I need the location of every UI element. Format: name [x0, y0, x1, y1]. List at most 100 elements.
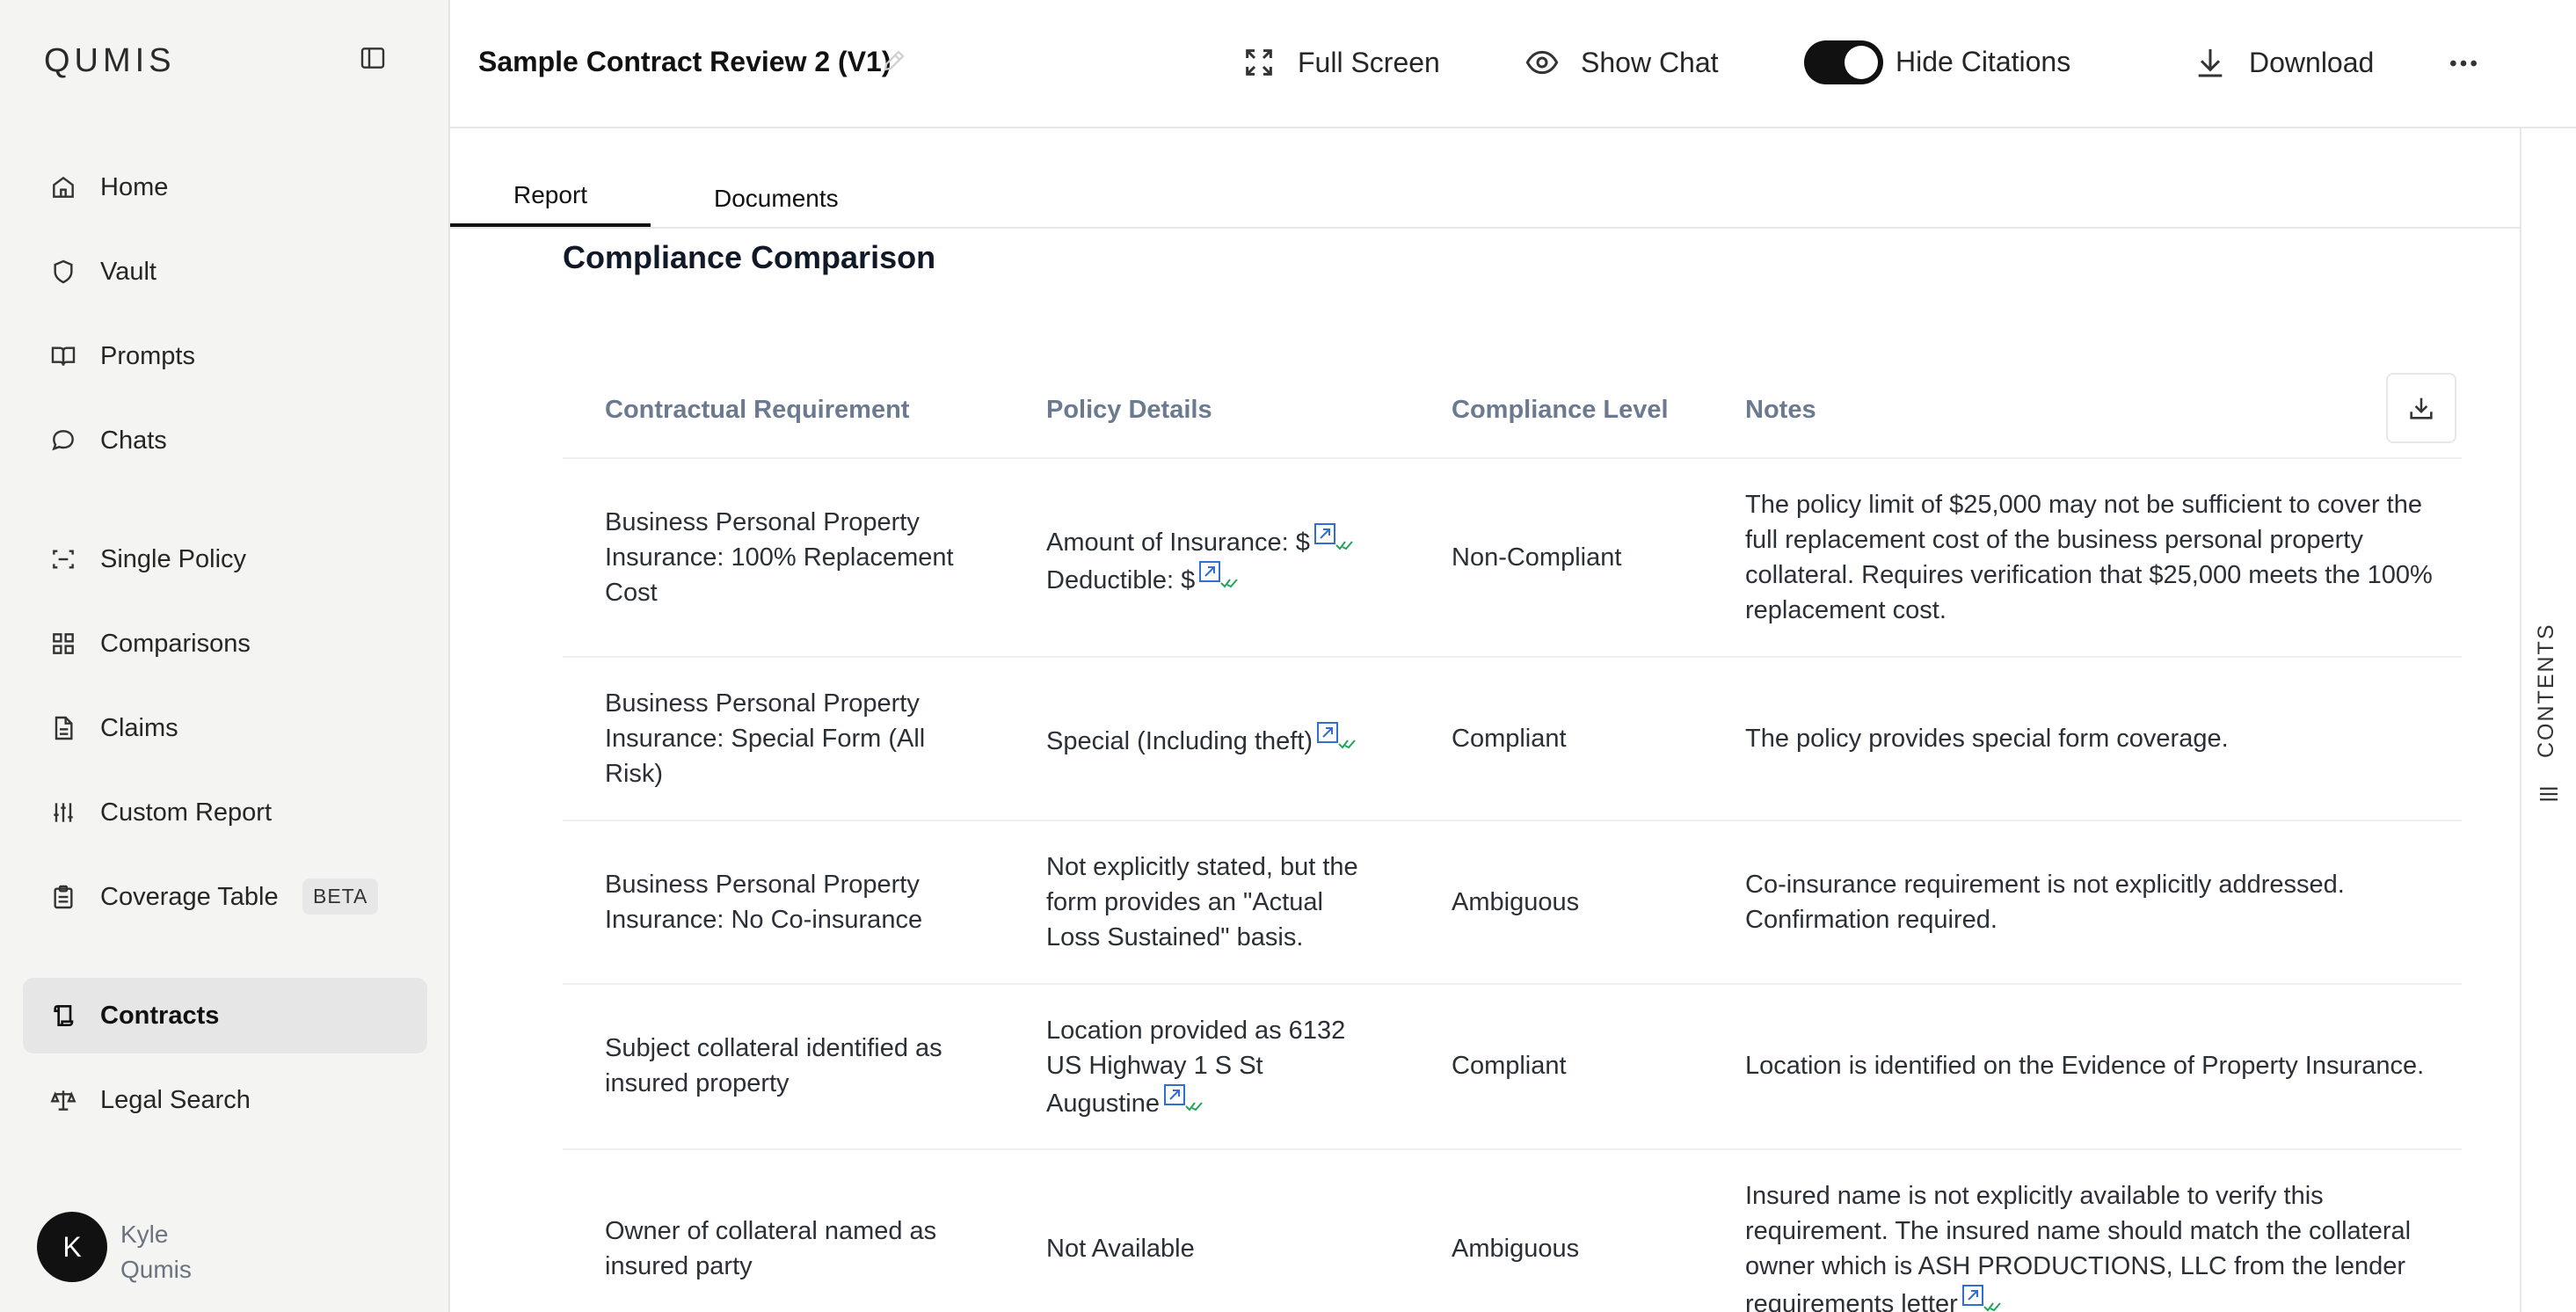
grid-icon — [53, 633, 74, 654]
sidebar-item-comparisons[interactable]: Comparisons — [23, 606, 427, 682]
full-screen-button[interactable]: Full Screen — [1241, 40, 1440, 84]
tab-documents[interactable]: Documents — [714, 185, 839, 213]
citation-icon[interactable] — [1316, 721, 1364, 751]
app-logo: QUMIS — [44, 42, 176, 79]
requirement-cell: Owner of collateral named as insured par… — [605, 1214, 936, 1284]
tab-report[interactable]: Report — [513, 181, 587, 209]
download-icon — [2410, 397, 2433, 419]
top-header: Sample Contract Review 2 (V1) Full Scree… — [450, 0, 2576, 128]
sidebar-item-legal-search[interactable]: Legal Search — [23, 1062, 427, 1138]
cell-line: Co-insurance requirement is not explicit… — [1745, 871, 2345, 899]
book-icon — [51, 346, 76, 366]
cell-line: Deductible: $ — [1046, 566, 1196, 594]
sidebar-item-label: Prompts — [100, 341, 195, 370]
notes-cell: The policy limit of $25,000 may not be s… — [1745, 487, 2433, 628]
column-header-compliance: Compliance Level — [1452, 396, 1669, 424]
sidebar-item-home[interactable]: Home — [23, 149, 427, 225]
sidebar-item-label: Claims — [100, 713, 178, 742]
row-divider — [563, 1148, 2462, 1150]
scroll-icon — [54, 1005, 74, 1026]
sidebar: QUMIS Home Vault Prompts Chats Single Po… — [0, 0, 450, 1312]
policy-cell: Not explicitly stated, but the form prov… — [1046, 849, 1358, 955]
cell-line: Location is identified on the Evidence o… — [1745, 1052, 2425, 1080]
menu-icon[interactable] — [2536, 781, 2562, 807]
cell-line: Insurance: Special Form (All — [605, 725, 926, 753]
report-tabs: Report Documents — [450, 128, 2520, 229]
active-tab-indicator — [450, 223, 651, 227]
compliance-cell: Non-Compliant — [1452, 543, 1622, 572]
home-icon — [53, 176, 74, 198]
hide-citations-toggle[interactable] — [1804, 40, 1883, 84]
sidebar-item-vault[interactable]: Vault — [23, 234, 427, 310]
notes-cell: Location is identified on the Evidence o… — [1745, 1048, 2424, 1083]
cell-line: insured party — [605, 1252, 753, 1280]
sidebar-item-single-policy[interactable]: Single Policy — [23, 521, 427, 597]
sidebar-item-custom-report[interactable]: Custom Report — [23, 775, 427, 850]
cell-line: form provides an "Actual — [1046, 888, 1323, 916]
sidebar-item-label: Chats — [100, 426, 167, 455]
contents-rail[interactable]: CONTENTS — [2520, 128, 2576, 1312]
cell-line: Business Personal Property — [605, 689, 920, 718]
sidebar-item-label: Legal Search — [100, 1085, 251, 1114]
requirement-cell: Business Personal Property Insurance: Sp… — [605, 686, 925, 791]
scan-icon — [53, 550, 74, 569]
sidebar-item-label: Contracts — [100, 1001, 220, 1030]
cell-line: Owner of collateral named as — [605, 1217, 937, 1245]
citation-icon[interactable] — [1961, 1284, 2009, 1312]
cell-line: Business Personal Property — [605, 871, 920, 899]
sidebar-toggle-icon[interactable] — [359, 44, 387, 72]
sidebar-item-claims[interactable]: Claims — [23, 690, 427, 766]
citation-icon[interactable] — [1313, 522, 1361, 552]
cell-line: Confirmation required. — [1745, 906, 1997, 934]
show-chat-button[interactable]: Show Chat — [1524, 40, 1719, 84]
user-name: Kyle Qumis — [120, 1217, 192, 1287]
compliance-cell: Ambiguous — [1452, 888, 1580, 916]
cell-line: collateral. Requires verification that $… — [1745, 561, 2433, 589]
cell-line: US Highway 1 S St — [1046, 1052, 1263, 1080]
sidebar-item-prompts[interactable]: Prompts — [23, 318, 427, 394]
cell-line: Not explicitly stated, but the — [1046, 853, 1358, 881]
expand-icon — [1246, 49, 1272, 76]
sidebar-item-label: Custom Report — [100, 798, 273, 827]
contents-label: CONTENTS — [2534, 623, 2558, 759]
cell-line: Cost — [605, 579, 658, 607]
citation-icon[interactable] — [1163, 1083, 1211, 1113]
cell-line: Not Available — [1046, 1235, 1195, 1263]
cell-line: Risk) — [605, 760, 664, 788]
user-last-name: Qumis — [120, 1256, 192, 1283]
sidebar-item-label: Comparisons — [100, 629, 251, 658]
citation-icon[interactable] — [1198, 560, 1246, 590]
cell-line: The policy provides special form coverag… — [1745, 725, 2229, 753]
export-table-button[interactable] — [2386, 373, 2456, 443]
sidebar-item-contracts[interactable]: Contracts — [23, 978, 427, 1053]
beta-badge: BETA — [302, 878, 379, 915]
sidebar-item-label: Home — [100, 172, 169, 201]
requirement-cell: Business Personal Property Insurance: 10… — [605, 505, 954, 610]
compliance-cell: Compliant — [1452, 725, 1567, 753]
cell-line: requirement. The insured name should mat… — [1745, 1217, 2412, 1245]
file-icon — [55, 716, 73, 740]
sidebar-item-chats[interactable]: Chats — [23, 403, 427, 478]
policy-cell: Location provided as 6132 US Highway 1 S… — [1046, 1013, 1345, 1121]
sidebar-item-label: Vault — [100, 257, 156, 286]
policy-cell: Amount of Insurance: $ Deductible: $ — [1046, 522, 1361, 598]
pencil-icon[interactable] — [881, 47, 907, 74]
cell-line: owner which is ASH PRODUCTIONS, LLC from… — [1745, 1252, 2406, 1280]
show-chat-label: Show Chat — [1581, 46, 1719, 78]
row-divider — [563, 820, 2462, 821]
cell-line: Subject collateral identified as — [605, 1034, 942, 1062]
sliders-icon — [54, 803, 73, 822]
cell-line: full replacement cost of the business pe… — [1745, 526, 2363, 554]
requirement-cell: Subject collateral identified as insured… — [605, 1031, 942, 1101]
notes-cell: Co-insurance requirement is not explicit… — [1745, 867, 2345, 937]
column-header-requirement: Contractual Requirement — [605, 396, 910, 424]
column-header-notes: Notes — [1745, 396, 1816, 424]
sidebar-item-coverage-table[interactable]: Coverage Table BETA — [23, 859, 427, 935]
column-header-policy: Policy Details — [1046, 396, 1212, 424]
cell-line: Insurance: No Co-insurance — [605, 906, 923, 934]
compliance-cell: Compliant — [1452, 1052, 1567, 1080]
download-button[interactable]: Download — [2193, 40, 2374, 84]
more-options-icon[interactable] — [2446, 46, 2481, 81]
cell-line: Business Personal Property — [605, 508, 920, 536]
cell-line: Amount of Insurance: $ — [1046, 528, 1310, 557]
